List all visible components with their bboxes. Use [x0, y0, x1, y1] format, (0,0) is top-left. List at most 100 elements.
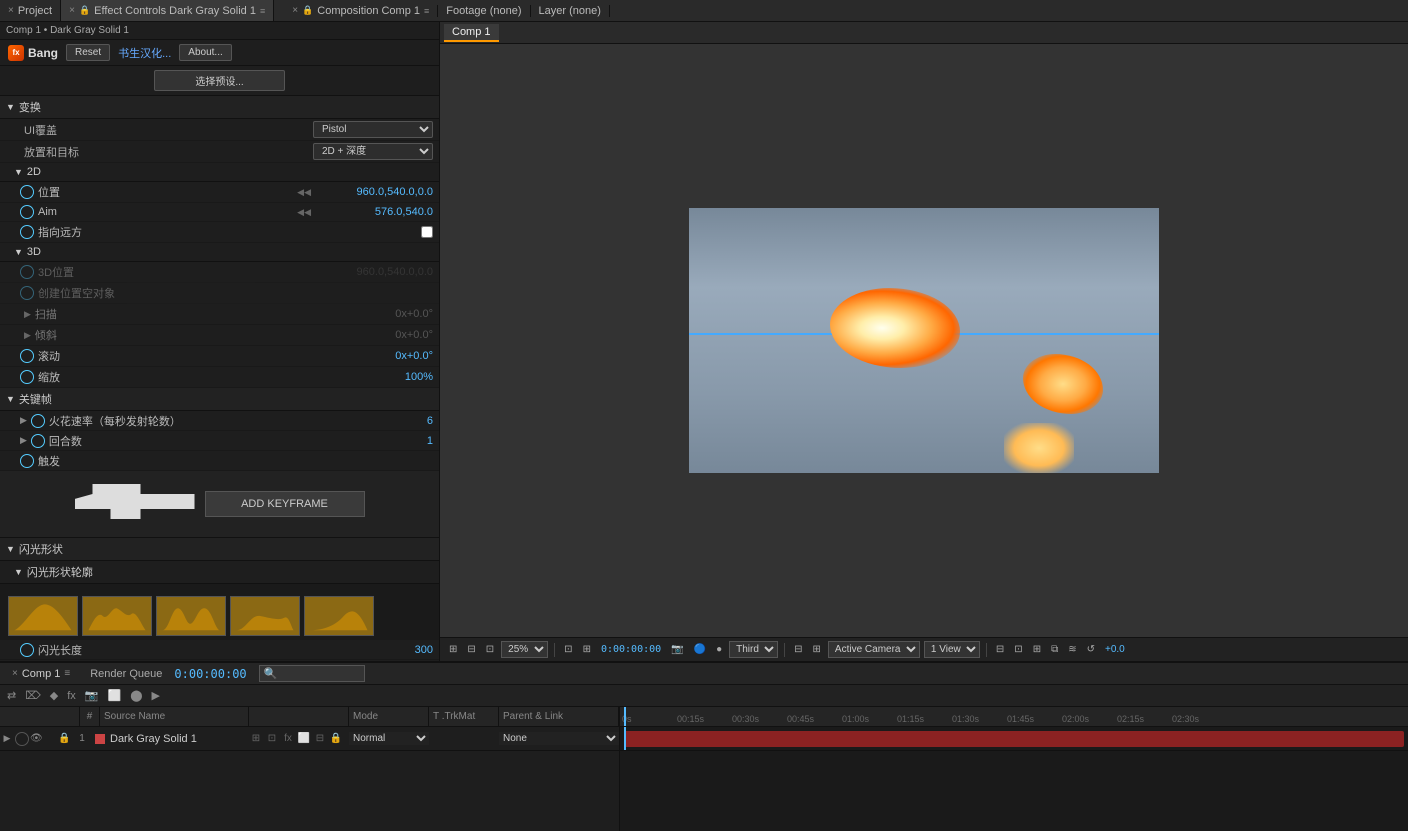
comp-btn-d[interactable]: ⧉ [1048, 643, 1061, 656]
point-far-row: 指向远方 [0, 222, 439, 243]
effect-controls-tab[interactable]: × 🔒 Effect Controls Dark Gray Solid 1 ≡ [61, 0, 274, 21]
layer-expand-icon[interactable]: ▶ [0, 733, 14, 744]
zoom-dropdown[interactable]: 25% [501, 641, 548, 658]
aim-value[interactable]: 576.0,540.0 [313, 206, 433, 218]
composition-tab[interactable]: × 🔒 Composition Comp 1 ≡ [284, 5, 438, 17]
layer-row-1: ▶ 👁 🔒 1 Dark Gray Solid 1 ⊞ ⊡ fx ⬜ ⊟ 🔒 [0, 727, 619, 751]
3d-section-header[interactable]: ▼ 3D [0, 243, 439, 262]
comp-menu-icon[interactable]: ≡ [424, 6, 429, 16]
close-icon-tl[interactable]: × [12, 668, 18, 679]
layer-lock-btn[interactable]: 🔒 [58, 733, 72, 744]
search-input[interactable] [280, 668, 360, 679]
view-mode-dropdown[interactable]: Third [729, 641, 778, 658]
flash-thumb-4[interactable] [230, 596, 300, 636]
comp-tool-preview[interactable]: ⊞ [446, 643, 460, 656]
tl-btn-diamond[interactable]: ◆ [47, 688, 61, 703]
layer-solo-btn[interactable] [15, 732, 29, 746]
switch-lock2[interactable]: 🔒 [329, 732, 343, 746]
comp-cam-btn[interactable]: 📷 [668, 643, 686, 656]
flash-thumb-5[interactable] [304, 596, 374, 636]
keyframes-section-header[interactable]: ▼ 关键帧 [0, 388, 439, 411]
comp-btn-b[interactable]: ⊡ [1011, 643, 1025, 656]
layer-parent-dropdown[interactable]: None [499, 732, 619, 745]
tl-btn-camera[interactable]: 📷 [82, 688, 102, 703]
comp-tool-toggle[interactable]: ⊟ [464, 643, 478, 656]
rounds-expand-icon[interactable]: ▶ [20, 435, 27, 446]
track-bar-1[interactable] [624, 731, 1404, 747]
comp-btn-c[interactable]: ⊞ [1030, 643, 1044, 656]
lh-switches-cell [0, 707, 80, 726]
2d-section-header[interactable]: ▼ 2D [0, 163, 439, 182]
flash-shape-section-header[interactable]: ▼ 闪光形状 [0, 538, 439, 561]
comp-color-btn[interactable]: 🔵 [691, 643, 709, 656]
comp-tool-resolution[interactable]: ⊡ [483, 643, 497, 656]
scan-expand-icon[interactable]: ▶ [24, 309, 31, 320]
ui-overlay-dropdown[interactable]: Pistol [313, 121, 433, 138]
rounds-value[interactable]: 1 [427, 435, 433, 447]
camera-dropdown[interactable]: Active Camera [828, 641, 920, 658]
layer-name[interactable]: Dark Gray Solid 1 [108, 733, 249, 745]
position-value[interactable]: 960.0,540.0,0.0 [313, 186, 433, 198]
tl-btn-play[interactable]: ▶ [149, 688, 163, 703]
ui-overlay-row: UI覆盖 Pistol [0, 119, 439, 141]
shushenghua-button[interactable]: 书生汉化... [118, 45, 171, 61]
spark-expand-icon[interactable]: ▶ [20, 415, 27, 426]
position-arrow-left[interactable]: ◀◀ [297, 187, 311, 198]
tl-btn-arrows[interactable]: ⇄ [4, 688, 19, 703]
comp-grid-btn[interactable]: ⊞ [580, 643, 594, 656]
flash-contour-section-header[interactable]: ▼ 闪光形状轮廓 [0, 561, 439, 584]
comp-btn-e[interactable]: ≋ [1065, 643, 1079, 656]
layer-tab[interactable]: Layer (none) [531, 5, 610, 17]
comp1-subtab[interactable]: Comp 1 [444, 24, 499, 42]
tl-btn-delete[interactable]: ⌦ [22, 688, 44, 703]
muzzle-flash-glow3 [1004, 423, 1074, 473]
2d-arrow-icon: ▼ [14, 167, 23, 177]
aim-arrow-left[interactable]: ◀◀ [297, 207, 311, 218]
ruler-mark-30s: 00:30s [732, 714, 787, 724]
timeline-playhead[interactable] [624, 707, 626, 726]
add-keyframe-button[interactable]: ADD KEYFRAME [205, 491, 365, 517]
footage-tab[interactable]: Footage (none) [438, 5, 530, 17]
scale-value[interactable]: 100% [313, 371, 433, 383]
ruler-mark-0s: 0s [622, 714, 677, 724]
tl-btn-circle[interactable]: ⬤ [127, 688, 145, 703]
project-close-icon[interactable]: × [8, 5, 14, 16]
view-layout-dropdown[interactable]: 1 View [924, 641, 980, 658]
spark-rate-value[interactable]: 6 [427, 415, 433, 427]
switch-3d[interactable]: ⊡ [265, 732, 279, 746]
tl-btn-fx[interactable]: fx [64, 689, 79, 703]
timeline-tab-comp1[interactable]: × Comp 1 ≡ [4, 668, 78, 680]
flash-length-value[interactable]: 300 [415, 644, 433, 656]
switch-fx[interactable]: fx [281, 732, 295, 746]
comp-view-btn1[interactable]: ⊟ [791, 643, 805, 656]
reset-button[interactable]: Reset [66, 44, 110, 61]
switch-adj[interactable]: ⬜ [297, 732, 311, 746]
switch-solo[interactable]: ⊟ [313, 732, 327, 746]
switch-motion-blur[interactable]: ⊞ [249, 732, 263, 746]
comp-btn-a[interactable]: ⊟ [993, 643, 1007, 656]
comp-fit-btn[interactable]: ⊡ [561, 643, 575, 656]
timeline-menu-icon[interactable]: ≡ [64, 668, 70, 679]
tl-btn-mask[interactable]: ⬜ [105, 688, 125, 703]
comp-btn-f[interactable]: ↺ [1084, 643, 1098, 656]
comp-close-icon[interactable]: × [292, 5, 298, 16]
flash-thumb-2[interactable] [82, 596, 152, 636]
comp-view-btn2[interactable]: ⊞ [810, 643, 824, 656]
effect-name: Bang [28, 46, 58, 60]
effect-close-icon[interactable]: × [69, 5, 75, 16]
transform-section-header[interactable]: ▼ 变换 [0, 96, 439, 119]
point-far-checkbox[interactable] [421, 226, 433, 238]
position-icon [20, 185, 34, 199]
flash-thumb-1[interactable] [8, 596, 78, 636]
project-tab[interactable]: × Project [0, 0, 61, 21]
roll-value[interactable]: 0x+0.0° [313, 350, 433, 362]
flash-thumb-3[interactable] [156, 596, 226, 636]
tilt-expand-icon[interactable]: ▶ [24, 330, 31, 341]
layer-mode-dropdown[interactable]: Normal [349, 732, 429, 745]
render-queue-btn[interactable]: Render Queue [90, 668, 162, 680]
presets-button[interactable]: 选择预设... [154, 70, 284, 91]
position-target-dropdown[interactable]: 2D + 深度 [313, 143, 433, 160]
panel-menu-icon[interactable]: ≡ [260, 6, 265, 16]
layer-video-btn[interactable]: 👁 [30, 733, 44, 744]
about-button[interactable]: About... [179, 44, 231, 61]
